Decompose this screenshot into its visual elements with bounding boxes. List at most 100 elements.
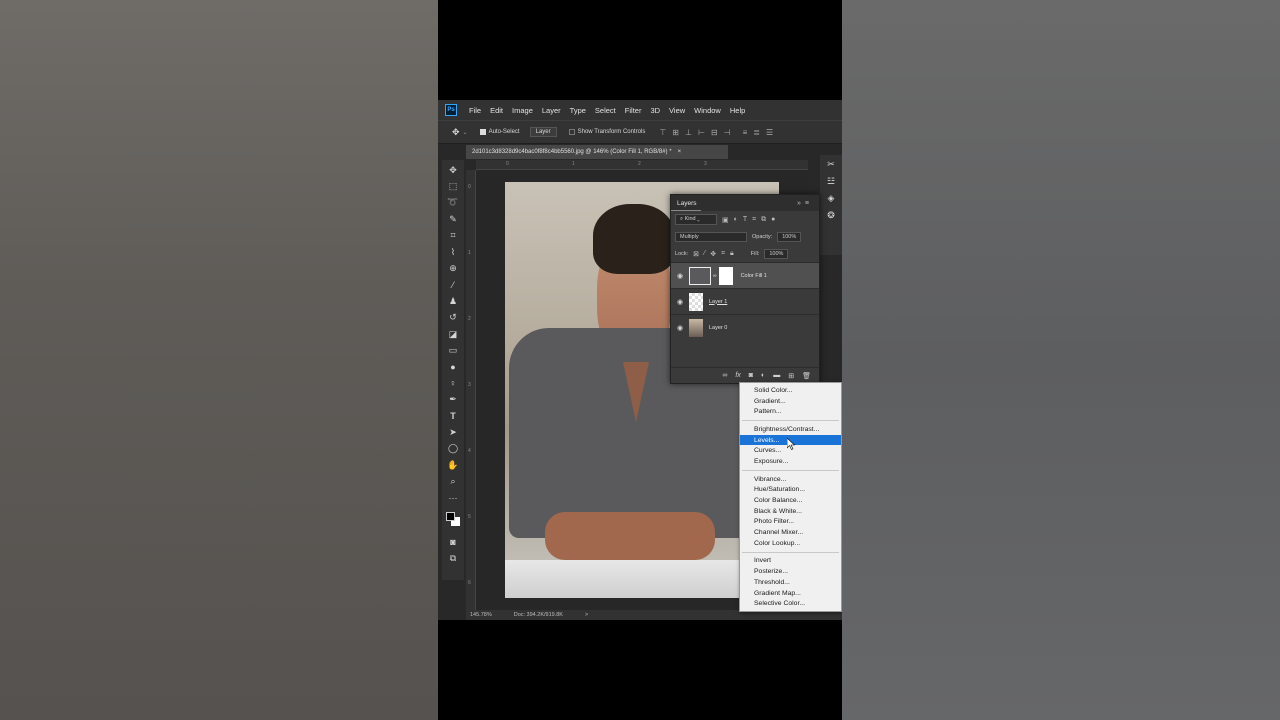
- zoom-level[interactable]: 145.78%: [470, 612, 492, 618]
- menu-file[interactable]: File: [469, 106, 481, 115]
- menu-item-photo-filter[interactable]: Photo Filter...: [740, 517, 841, 528]
- menu-item-selective-color[interactable]: Selective Color...: [740, 598, 841, 609]
- history-brush-icon[interactable]: ↺: [445, 310, 461, 326]
- healing-brush-icon[interactable]: ⊕: [445, 260, 461, 276]
- layer-row-layer-0[interactable]: ◉ Layer 0: [671, 314, 819, 340]
- menu-item-color-lookup[interactable]: Color Lookup...: [740, 538, 841, 549]
- layers-tab[interactable]: Layers: [677, 200, 697, 207]
- kind-filter-dropdown[interactable]: ⌕ Kind ⌄: [675, 214, 717, 225]
- properties-icon[interactable]: ✂: [827, 159, 835, 170]
- chevron-down-icon[interactable]: ⌄: [463, 129, 468, 136]
- menu-item-pattern[interactable]: Pattern...: [740, 406, 841, 417]
- close-icon[interactable]: ×: [678, 149, 682, 155]
- distribute-bottom-icon[interactable]: ☰: [766, 128, 773, 137]
- eye-icon[interactable]: ◉: [671, 298, 689, 306]
- menu-item-exposure[interactable]: Exposure...: [740, 456, 841, 467]
- channels-icon[interactable]: ❂: [827, 210, 835, 221]
- menu-item-gradient-map[interactable]: Gradient Map...: [740, 588, 841, 599]
- pen-tool-icon[interactable]: ✒: [445, 391, 461, 407]
- zoom-tool-icon[interactable]: ⌕: [445, 473, 461, 489]
- status-arrow-icon[interactable]: >: [585, 612, 588, 618]
- lock-artboard-icon[interactable]: ⌗: [721, 250, 725, 258]
- shape-filter-icon[interactable]: ⌗: [752, 216, 756, 224]
- menu-item-vibrance[interactable]: Vibrance...: [740, 474, 841, 485]
- clone-stamp-icon[interactable]: ♟: [445, 293, 461, 309]
- menu-3d[interactable]: 3D: [650, 106, 660, 115]
- blend-mode-dropdown[interactable]: Multiply: [675, 231, 747, 242]
- menu-item-brightness-contrast[interactable]: Brightness/Contrast...: [740, 424, 841, 435]
- trash-icon[interactable]: 🗑︎: [802, 372, 811, 380]
- hand-tool-icon[interactable]: ✋: [445, 457, 461, 473]
- menu-help[interactable]: Help: [730, 106, 745, 115]
- menu-window[interactable]: Window: [694, 106, 721, 115]
- menu-edit[interactable]: Edit: [490, 106, 503, 115]
- align-bottom-icon[interactable]: ⊥: [685, 128, 692, 137]
- menu-filter[interactable]: Filter: [625, 106, 642, 115]
- type-tool-icon[interactable]: T: [445, 408, 461, 424]
- lasso-tool-icon[interactable]: ➰: [445, 195, 461, 211]
- menu-view[interactable]: View: [669, 106, 685, 115]
- menu-item-solid-color[interactable]: Solid Color...: [740, 385, 841, 396]
- eraser-tool-icon[interactable]: ◪: [445, 326, 461, 342]
- opacity-input[interactable]: 100%: [777, 231, 802, 242]
- menu-select[interactable]: Select: [595, 106, 616, 115]
- foreground-color-swatch[interactable]: [446, 512, 455, 522]
- menu-item-invert[interactable]: Invert: [740, 556, 841, 567]
- add-mask-icon[interactable]: ◙: [749, 372, 753, 379]
- move-tool-icon[interactable]: ✥: [452, 127, 460, 138]
- quick-select-tool-icon[interactable]: ✎: [445, 211, 461, 227]
- align-center-icon[interactable]: ⊟: [711, 128, 718, 137]
- show-transform-checkbox[interactable]: [568, 129, 575, 135]
- type-filter-icon[interactable]: T: [743, 216, 747, 224]
- move-tool-icon[interactable]: ✥: [445, 162, 461, 178]
- screen-mode-icon[interactable]: ⧉: [445, 551, 461, 567]
- align-top-icon[interactable]: ⊤: [659, 128, 666, 137]
- pixel-filter-icon[interactable]: ▣: [722, 216, 729, 224]
- new-group-icon[interactable]: ▬: [773, 372, 780, 379]
- lock-all-icon[interactable]: 🔒︎: [730, 250, 734, 258]
- link-layers-icon[interactable]: ∞: [722, 372, 727, 379]
- menu-item-hue-saturation[interactable]: Hue/Saturation...: [740, 485, 841, 496]
- quick-mask-icon[interactable]: ◙: [445, 534, 461, 550]
- new-layer-icon[interactable]: ⊞: [788, 372, 794, 380]
- align-right-icon[interactable]: ⊣: [724, 128, 731, 137]
- align-left-icon[interactable]: ⊢: [698, 128, 705, 137]
- lock-transparent-icon[interactable]: ⊠: [693, 250, 699, 258]
- lock-position-icon[interactable]: ✥: [710, 250, 716, 258]
- adjustment-filter-icon[interactable]: ◐: [734, 216, 738, 224]
- crop-tool-icon[interactable]: ⌗: [445, 228, 461, 244]
- brush-tool-icon[interactable]: ⁄: [445, 277, 461, 293]
- menu-item-threshold[interactable]: Threshold...: [740, 577, 841, 588]
- menu-image[interactable]: Image: [512, 106, 533, 115]
- menu-item-posterize[interactable]: Posterize...: [740, 566, 841, 577]
- eye-icon[interactable]: ◉: [671, 272, 689, 280]
- fill-input[interactable]: 100%: [764, 248, 789, 259]
- adjustments-icon[interactable]: ☳: [827, 176, 835, 187]
- more-tools-icon[interactable]: ⋯: [445, 490, 461, 506]
- smart-object-filter-icon[interactable]: ⧉: [761, 216, 766, 224]
- gradient-tool-icon[interactable]: ▭: [445, 342, 461, 358]
- auto-select-checkbox[interactable]: [479, 129, 486, 135]
- mask-thumbnail[interactable]: [718, 266, 733, 285]
- new-adjustment-layer-icon[interactable]: ◐: [761, 372, 765, 379]
- layers-panel-icon[interactable]: ◈: [828, 193, 835, 204]
- menu-item-gradient[interactable]: Gradient...: [740, 396, 841, 407]
- fx-icon[interactable]: fx: [735, 372, 740, 379]
- marquee-tool-icon[interactable]: ⬚: [445, 178, 461, 194]
- panel-menu-icon[interactable]: »≡: [797, 200, 813, 207]
- eye-icon[interactable]: ◉: [671, 324, 689, 332]
- menu-item-channel-mixer[interactable]: Channel Mixer...: [740, 527, 841, 538]
- menu-layer[interactable]: Layer: [542, 106, 561, 115]
- lock-image-icon[interactable]: ⁄: [704, 250, 705, 258]
- ellipse-tool-icon[interactable]: ◯: [445, 441, 461, 457]
- eyedropper-tool-icon[interactable]: ⌇: [445, 244, 461, 260]
- blur-tool-icon[interactable]: ●: [445, 359, 461, 375]
- filter-toggle-icon[interactable]: ●: [771, 216, 775, 224]
- distribute-icon[interactable]: ≡: [743, 128, 748, 137]
- layer-row-layer-1[interactable]: ◉ Layer 1: [671, 288, 819, 314]
- menu-item-color-balance[interactable]: Color Balance...: [740, 495, 841, 506]
- color-swatches[interactable]: [445, 510, 461, 528]
- document-tab[interactable]: 2d101c3d8328d9c4bac0f8f8c4bb5560.jpg @ 1…: [466, 145, 728, 159]
- layer-row-color-fill[interactable]: ◉ ∞ Color Fill 1: [671, 262, 819, 288]
- distribute-center-icon[interactable]: ≣: [753, 128, 760, 137]
